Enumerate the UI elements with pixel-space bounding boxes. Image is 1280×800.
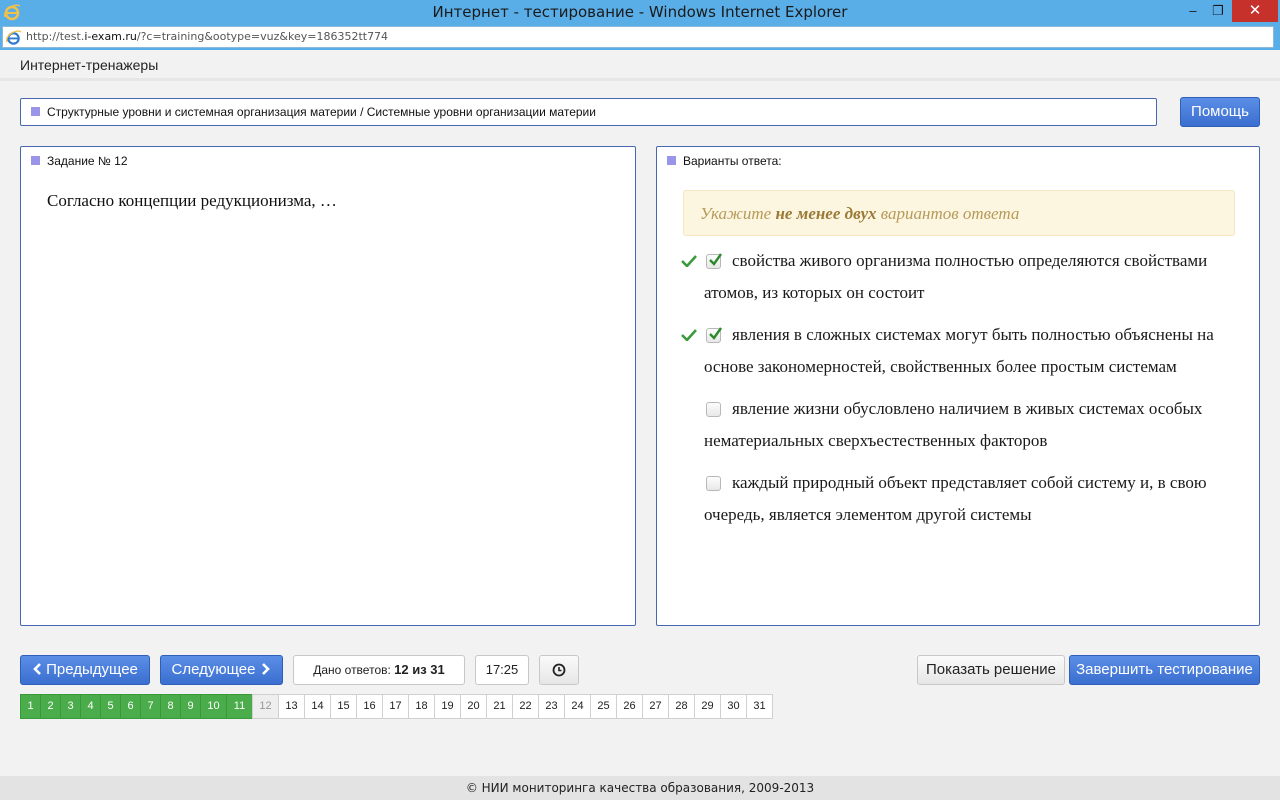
page-button-21[interactable]: 21: [486, 694, 513, 719]
page-button-16[interactable]: 16: [356, 694, 383, 719]
chevron-left-icon: [33, 663, 42, 675]
option-text: явления в сложных системах могут быть по…: [704, 325, 1214, 376]
page-content: Интернет-тренажеры Структурные уровни и …: [0, 50, 1280, 776]
maximize-button[interactable]: ❐: [1205, 0, 1231, 22]
checkmark-icon: [709, 327, 722, 340]
answers-panel: Варианты ответа: Укажите не менее двух в…: [656, 146, 1260, 626]
correct-check-icon: [681, 329, 697, 341]
option-text: явление жизни обусловлено наличием в жив…: [704, 399, 1203, 450]
page-button-14[interactable]: 14: [304, 694, 331, 719]
header-divider: [0, 78, 1280, 81]
page-button-31[interactable]: 31: [746, 694, 773, 719]
minimize-button[interactable]: –: [1180, 0, 1206, 22]
answered-counter: Дано ответов: 12 из 31: [293, 655, 465, 685]
page-button-30[interactable]: 30: [720, 694, 747, 719]
answers-title: Варианты ответа:: [683, 154, 782, 168]
chevron-right-icon: [262, 663, 271, 675]
page-button-13[interactable]: 13: [278, 694, 305, 719]
page-button-11[interactable]: 11: [226, 694, 253, 719]
hint-box: Укажите не менее двух вариантов ответа: [683, 190, 1235, 236]
help-button[interactable]: Помощь: [1180, 97, 1260, 127]
option-checkbox[interactable]: [706, 476, 721, 491]
answer-option-3[interactable]: явление жизни обусловлено наличием в жив…: [679, 393, 1239, 457]
address-bar: http://test.i-exam.ru/?c=training&ootype…: [0, 24, 1280, 50]
page-button-22[interactable]: 22: [512, 694, 539, 719]
task-panel: Задание № 12 Согласно концепции редукцио…: [20, 146, 636, 626]
url-field[interactable]: http://test.i-exam.ru/?c=training&ootype…: [2, 26, 1274, 48]
answered-value: 12 из 31: [394, 662, 445, 677]
option-text: свойства живого организма полностью опре…: [704, 251, 1208, 302]
topic-breadcrumb: Структурные уровни и системная организац…: [20, 98, 1157, 126]
page-button-3[interactable]: 3: [60, 694, 81, 719]
url-host: i-exam.ru: [84, 30, 137, 43]
page-button-8[interactable]: 8: [160, 694, 181, 719]
window-title: Интернет - тестирование - Windows Intern…: [432, 3, 848, 21]
timer: 17:25: [475, 655, 529, 685]
previous-button[interactable]: Предыдущее: [20, 655, 150, 685]
clock-icon: [552, 663, 566, 677]
page-button-19[interactable]: 19: [434, 694, 461, 719]
page-button-17[interactable]: 17: [382, 694, 409, 719]
answer-option-4[interactable]: каждый природный объект представляет соб…: [679, 467, 1239, 531]
bullet-marker: [31, 156, 40, 165]
page-button-27[interactable]: 27: [642, 694, 669, 719]
hint-text-pre: Укажите: [700, 204, 776, 223]
answer-option-1[interactable]: свойства живого организма полностью опре…: [679, 245, 1239, 309]
page-button-9[interactable]: 9: [180, 694, 201, 719]
show-solution-button[interactable]: Показать решение: [917, 655, 1065, 685]
option-checkbox[interactable]: [706, 327, 722, 343]
url-text: http://test.i-exam.ru/?c=training&ootype…: [26, 30, 388, 43]
next-label: Следующее: [171, 661, 256, 678]
page-button-20[interactable]: 20: [460, 694, 487, 719]
option-checkbox[interactable]: [706, 253, 722, 269]
option-checkbox[interactable]: [706, 402, 721, 417]
option-text: каждый природный объект представляет соб…: [704, 473, 1207, 524]
page-button-29[interactable]: 29: [694, 694, 721, 719]
footer-copyright: © НИИ мониторинга качества образования, …: [0, 776, 1280, 800]
page-button-23[interactable]: 23: [538, 694, 565, 719]
hint-text-post: вариантов ответа: [876, 204, 1020, 223]
page-button-24[interactable]: 24: [564, 694, 591, 719]
finish-test-button[interactable]: Завершить тестирование: [1069, 655, 1260, 685]
page-button-26[interactable]: 26: [616, 694, 643, 719]
task-title: Задание № 12: [47, 154, 128, 168]
bullet-marker: [31, 107, 40, 116]
page-button-7[interactable]: 7: [140, 694, 161, 719]
topic-text: Структурные уровни и системная организац…: [47, 105, 596, 119]
hint-text-bold: не менее двух: [775, 204, 877, 223]
page-button-1[interactable]: 1: [20, 694, 41, 719]
page-button-4[interactable]: 4: [80, 694, 101, 719]
window-titlebar: Интернет - тестирование - Windows Intern…: [0, 0, 1280, 24]
next-button[interactable]: Следующее: [160, 655, 283, 685]
page-button-10[interactable]: 10: [200, 694, 227, 719]
page-button-28[interactable]: 28: [668, 694, 695, 719]
bullet-marker: [667, 156, 676, 165]
close-button[interactable]: ✕: [1232, 0, 1278, 22]
page-button-15[interactable]: 15: [330, 694, 357, 719]
checkmark-icon: [709, 253, 722, 266]
page-button-6[interactable]: 6: [120, 694, 141, 719]
answered-label: Дано ответов:: [313, 663, 395, 677]
url-prefix: http://test.: [26, 30, 85, 43]
page-button-12[interactable]: 12: [252, 694, 279, 719]
site-icon: [6, 30, 22, 45]
page-button-25[interactable]: 25: [590, 694, 617, 719]
url-rest: /?c=training&ootype=vuz&key=186352tt774: [136, 30, 389, 43]
question-pager: 1 2 3 4 5 6 7 8 9 10 11 12 13 14 15 16 17 18 19 20 21 22 23 24 2…: [20, 694, 773, 719]
page-button-18[interactable]: 18: [408, 694, 435, 719]
page-button-5[interactable]: 5: [100, 694, 121, 719]
correct-check-icon: [681, 255, 697, 267]
question-text: Согласно концепции редукционизма, …: [47, 191, 337, 210]
app-title: Интернет-тренажеры: [20, 57, 159, 73]
answer-option-2[interactable]: явления в сложных системах могут быть по…: [679, 319, 1239, 383]
page-button-2[interactable]: 2: [40, 694, 61, 719]
previous-label: Предыдущее: [46, 661, 138, 678]
clock-button[interactable]: [539, 655, 579, 685]
